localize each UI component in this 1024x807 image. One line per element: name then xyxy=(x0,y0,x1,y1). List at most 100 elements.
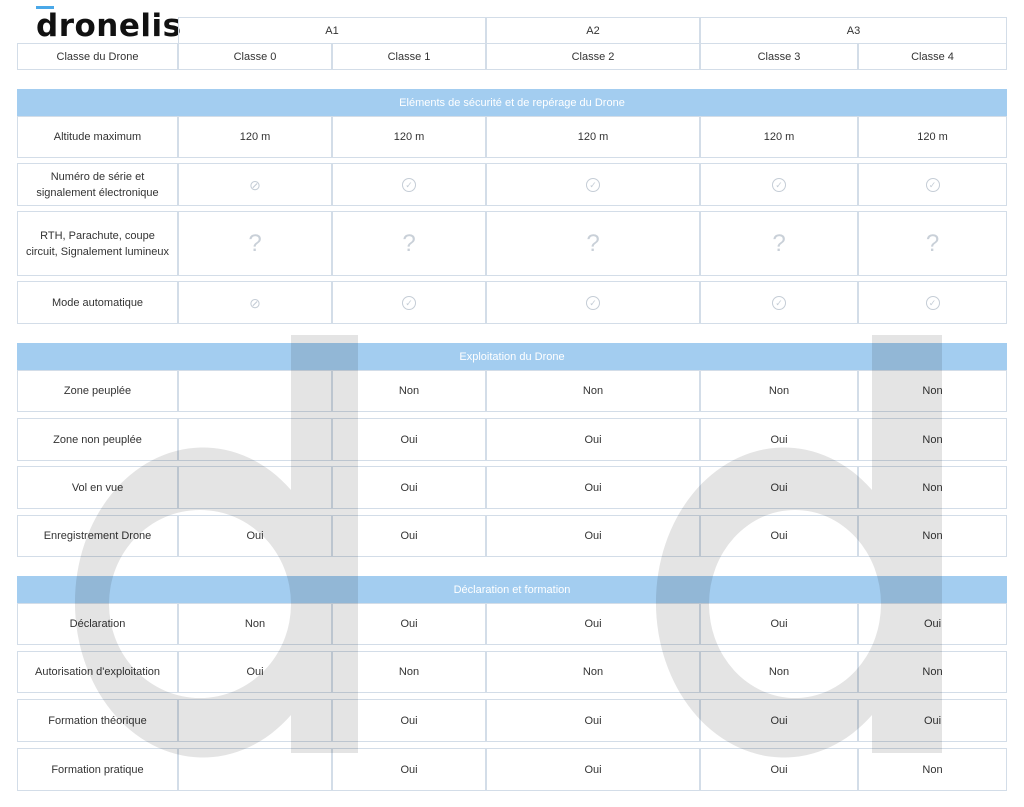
logo: dronelis xyxy=(36,8,182,44)
table-cell: Oui xyxy=(486,699,700,742)
table-cell-text: Oui xyxy=(584,433,602,446)
row-label: Altitude maximum xyxy=(17,116,178,158)
group-header-text: A3 xyxy=(846,24,861,37)
row-label: Formation théorique xyxy=(17,699,178,742)
table-cell: Oui xyxy=(332,748,486,791)
table-cell: Oui xyxy=(858,699,1007,742)
table-cell: ✓ xyxy=(486,163,700,206)
class-header: Classe 2 xyxy=(486,43,700,70)
row-label: Déclaration xyxy=(17,603,178,645)
table-cell: Oui xyxy=(700,603,858,645)
table-cell: Oui xyxy=(700,699,858,742)
row-label-text: Altitude maximum xyxy=(53,131,142,143)
table-cell: Oui xyxy=(178,651,332,693)
table-cell-text: Non xyxy=(922,666,943,678)
table-cell-text: Non xyxy=(768,666,790,678)
table-cell: Non xyxy=(858,370,1007,412)
row-label-text: Autorisation d'exploitation xyxy=(34,666,160,678)
table-cell-text: 120 m xyxy=(239,131,271,143)
class-header-text: Classe 1 xyxy=(387,50,431,63)
table-cell-text: Oui xyxy=(400,530,418,542)
table-cell-text: Oui xyxy=(770,618,788,630)
table-cell: ✓ xyxy=(332,163,486,206)
group-header: A2 xyxy=(486,17,700,44)
check-circle-icon: ✓ xyxy=(402,177,416,192)
table-cell: Oui xyxy=(700,418,858,461)
row-label: Vol en vue xyxy=(17,466,178,509)
check-circle-icon: ✓ xyxy=(402,295,416,310)
row-label: Formation pratique xyxy=(17,748,178,791)
prohibited-icon: ⊘ xyxy=(249,294,261,311)
table-cell xyxy=(178,466,332,509)
table-cell: Non xyxy=(858,748,1007,791)
table-cell: Oui xyxy=(700,466,858,509)
table-cell: ⊘ xyxy=(178,281,332,324)
table-cell: ✓ xyxy=(700,281,858,324)
class-header-text: Classe 3 xyxy=(757,50,801,63)
table-cell-text: Oui xyxy=(400,433,418,446)
check-circle-icon: ✓ xyxy=(586,295,600,310)
table-cell: Oui xyxy=(858,603,1007,645)
table-cell-text: Oui xyxy=(923,618,942,630)
unknown-cell-text: ? xyxy=(402,229,416,257)
table-cell: Oui xyxy=(486,748,700,791)
table-cell: ✓ xyxy=(332,281,486,324)
table-cell-text: Oui xyxy=(400,481,418,494)
table-cell: 120 m xyxy=(332,116,486,158)
row-label: Mode automatique xyxy=(17,281,178,324)
row-label: RTH, Parachute, coupe circuit, Signaleme… xyxy=(17,211,178,276)
row-label: Enregistrement Drone xyxy=(17,515,178,557)
table-cell: Oui xyxy=(332,515,486,557)
table-cell-text: Non xyxy=(582,385,604,397)
table-cell: Oui xyxy=(332,603,486,645)
table-cell: Non xyxy=(858,466,1007,509)
unknown-cell-text: ? xyxy=(248,229,262,257)
table-cell-text: Oui xyxy=(400,618,418,630)
unknown-cell: ? xyxy=(332,211,486,276)
row-label: Numéro de série et signalement électroni… xyxy=(17,163,178,206)
group-header: A3 xyxy=(700,17,1007,44)
table-cell: ✓ xyxy=(700,163,858,206)
class-header-text: Classe 0 xyxy=(233,50,277,63)
table-cell: Oui xyxy=(332,418,486,461)
table-cell: Non xyxy=(486,370,700,412)
table-cell-text: Oui xyxy=(584,618,602,630)
table-cell: Non xyxy=(178,603,332,645)
prohibited-icon: ⊘ xyxy=(249,176,261,193)
row-label-text: Zone non peuplée xyxy=(53,433,142,446)
row-label: Classe du Drone xyxy=(17,43,178,70)
row-label-text: Formation pratique xyxy=(51,763,144,776)
table-cell-text: 120 m xyxy=(763,131,795,143)
class-header: Classe 1 xyxy=(332,43,486,70)
table-cell: Non xyxy=(858,418,1007,461)
check-circle-icon: ✓ xyxy=(772,295,786,310)
section-header: Déclaration et formation xyxy=(17,576,1007,603)
table-cell-text: Non xyxy=(398,385,420,397)
table-cell: Non xyxy=(332,651,486,693)
table-cell-text: Non xyxy=(582,666,604,678)
table-cell: Oui xyxy=(486,418,700,461)
table-cell: 120 m xyxy=(486,116,700,158)
table-cell-text: Non xyxy=(244,618,266,630)
row-label-text: Classe du Drone xyxy=(56,50,139,63)
table-cell-text: Oui xyxy=(400,763,418,776)
table-cell: Oui xyxy=(700,515,858,557)
table-cell-text: Non xyxy=(922,530,943,542)
check-circle-icon: ✓ xyxy=(925,177,940,192)
table-cell-text: Non xyxy=(922,763,943,776)
table-cell: ✓ xyxy=(858,163,1007,206)
table-cell-text: Non xyxy=(922,433,943,446)
table-cell-text: Oui xyxy=(770,481,788,494)
table-cell: Oui xyxy=(332,466,486,509)
table-cell-text: Oui xyxy=(770,530,788,542)
table-cell xyxy=(178,699,332,742)
row-label-text: Formation théorique xyxy=(48,714,147,727)
table-cell-text: Oui xyxy=(584,481,602,494)
table-cell: 120 m xyxy=(858,116,1007,158)
table-cell-text: Oui xyxy=(246,530,264,542)
section-header: Exploitation du Drone xyxy=(17,343,1007,370)
section-header: Eléments de sécurité et de repérage du D… xyxy=(17,89,1007,116)
table-cell-text: Oui xyxy=(246,666,264,678)
table-cell: ✓ xyxy=(858,281,1007,324)
row-label: Autorisation d'exploitation xyxy=(17,651,178,693)
